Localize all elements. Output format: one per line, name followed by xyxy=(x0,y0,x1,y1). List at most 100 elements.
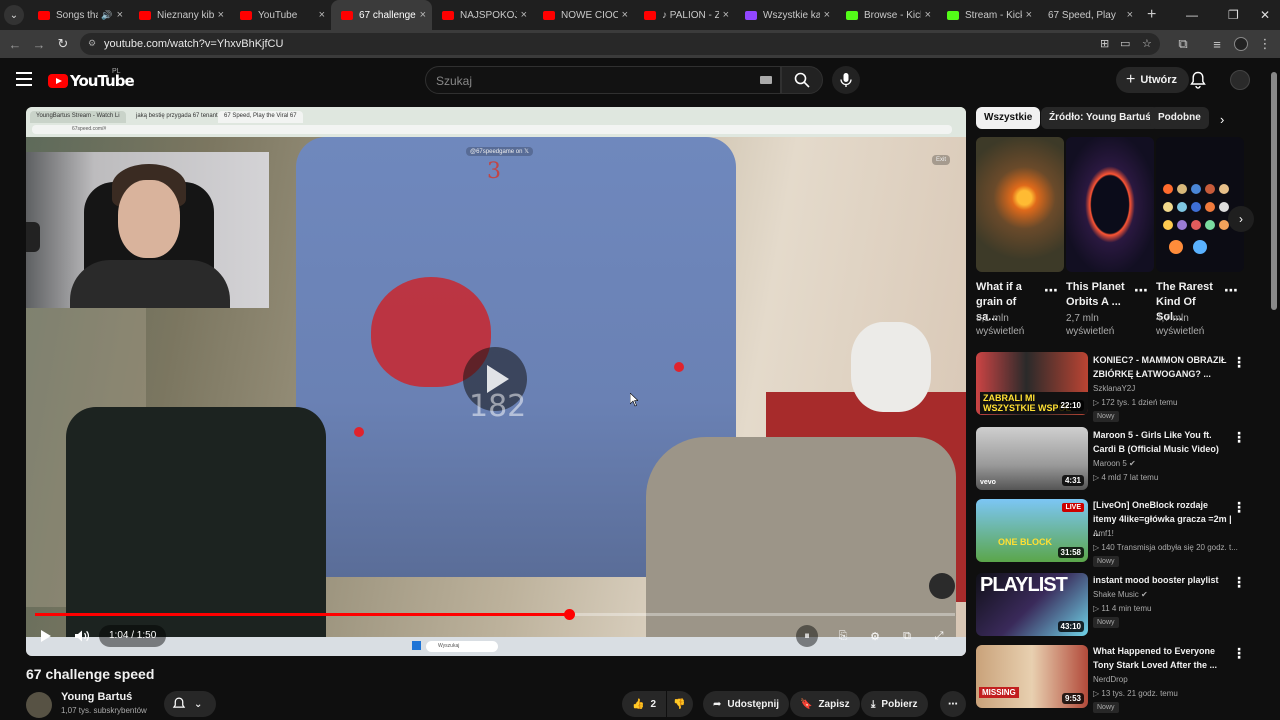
forward-icon[interactable]: → xyxy=(30,35,48,53)
more-actions-button[interactable]: ⋯ xyxy=(940,691,966,717)
browser-tab[interactable]: Browse - Kick × xyxy=(836,0,937,30)
menu-hamburger-icon[interactable] xyxy=(16,72,32,86)
browser-tab[interactable]: Wszystkie kate × xyxy=(735,0,836,30)
close-tab-icon[interactable]: × xyxy=(1127,9,1133,21)
video-title[interactable]: Maroon 5 - Girls Like You ft. Cardi B (O… xyxy=(1093,428,1233,456)
volume-icon[interactable] xyxy=(74,629,90,646)
browser-menu-icon[interactable]: ⋮ xyxy=(1256,35,1274,53)
keyboard-icon[interactable] xyxy=(760,76,772,84)
shorts-next-icon[interactable]: › xyxy=(1228,206,1254,232)
page-scrollbar[interactable] xyxy=(1271,72,1277,310)
video-player[interactable]: YoungBartus Stream - Watch Li jaką besti… xyxy=(26,107,966,656)
close-tab-icon[interactable]: × xyxy=(1026,9,1032,21)
share-button[interactable]: ➦ Udostępnij xyxy=(703,691,790,717)
video-title[interactable]: What Happened to Everyone Tony Stark Lov… xyxy=(1093,644,1233,672)
media-control-icon[interactable]: ≡ xyxy=(1208,35,1226,53)
reload-icon[interactable]: ↻ xyxy=(54,35,72,53)
short-title[interactable]: This Planet Orbits A ... xyxy=(1066,280,1130,310)
channel-name[interactable]: Maroon 5 xyxy=(1093,459,1127,468)
video-thumbnail[interactable]: LIVE ONE BLOCK 31:58 xyxy=(976,499,1088,562)
profile-avatar-icon[interactable] xyxy=(1232,35,1250,53)
subscription-bell-button[interactable]: ⌄ xyxy=(164,691,216,717)
more-vertical-icon[interactable]: ⋯ xyxy=(1224,282,1238,299)
back-icon[interactable]: ← xyxy=(6,35,24,53)
save-button[interactable]: 🔖 Zapisz xyxy=(790,691,860,717)
subtitles-icon[interactable]: ⎘ xyxy=(832,625,854,647)
close-tab-icon[interactable]: × xyxy=(925,9,931,21)
chip-all[interactable]: Wszystkie xyxy=(976,107,1041,129)
notifications-button[interactable] xyxy=(1190,71,1206,94)
more-vertical-icon[interactable]: ⋮ xyxy=(1232,645,1246,662)
settings-gear-icon[interactable]: ⚙ xyxy=(864,625,886,647)
dislike-button[interactable]: 👎 xyxy=(667,691,693,717)
play-icon[interactable] xyxy=(40,629,52,646)
browser-tab[interactable]: YouTube × xyxy=(230,0,331,30)
url-text[interactable]: youtube.com/watch?v=YhxvBhKjfCU xyxy=(104,38,283,50)
download-button[interactable]: ⤓ Pobierz xyxy=(861,691,928,717)
bookmark-star-icon[interactable]: ☆ xyxy=(1142,37,1152,50)
video-title[interactable]: instant mood booster playlist xyxy=(1093,573,1233,587)
browser-tab[interactable]: ♪ PALION - ZIE × xyxy=(634,0,735,30)
browser-tab[interactable]: Songs that🔊 × xyxy=(28,0,129,30)
search-input[interactable]: Szukaj xyxy=(425,66,781,94)
channel-name[interactable]: Young Bartuś xyxy=(61,691,132,703)
browser-tab[interactable]: Nieznany kibic × xyxy=(129,0,230,30)
fullscreen-icon[interactable]: ⤢ xyxy=(928,625,950,647)
video-thumbnail[interactable]: vevo 4:31 xyxy=(976,427,1088,490)
site-info-icon[interactable]: ⚙ xyxy=(88,38,100,50)
close-tab-icon[interactable]: × xyxy=(824,9,830,21)
address-bar[interactable]: ⚙ youtube.com/watch?v=YhxvBhKjfCU ⊞ ▭ ☆ xyxy=(80,33,1160,55)
more-vertical-icon[interactable]: ⋮ xyxy=(1232,499,1246,516)
close-tab-icon[interactable]: × xyxy=(723,9,729,21)
video-title[interactable]: KONIEC? - MAMMON OBRAZIŁ ZBIÓRKĘ ŁATWOGA… xyxy=(1093,353,1233,381)
video-thumbnail[interactable]: ZABRALI MI WSZYSTKIE WSPOŁ 22:10 xyxy=(976,352,1088,415)
browser-tab[interactable]: 67 Speed, Play × xyxy=(1038,0,1139,30)
chip-related[interactable]: Podobne xyxy=(1150,107,1209,129)
tab-search-icon[interactable]: ⌄ xyxy=(4,5,24,25)
short-thumbnail[interactable] xyxy=(1156,137,1244,272)
restore-icon[interactable]: ❐ xyxy=(1228,0,1239,30)
video-thumbnail[interactable]: MISSING 9:53 xyxy=(976,645,1088,708)
cast-icon[interactable]: ▭ xyxy=(1120,37,1130,50)
minimize-icon[interactable]: — xyxy=(1186,0,1198,30)
more-vertical-icon[interactable]: ⋯ xyxy=(1044,282,1058,299)
video-title[interactable]: [LiveOn] OneBlock rozdaje itemy 4like=gł… xyxy=(1093,498,1233,540)
close-tab-icon[interactable]: × xyxy=(117,9,123,21)
miniplayer-icon[interactable]: ⧉ xyxy=(896,625,918,647)
more-vertical-icon[interactable]: ⋮ xyxy=(1232,354,1246,371)
like-button[interactable]: 👍 2 xyxy=(622,691,666,717)
channel-name[interactable]: Shake Music xyxy=(1093,590,1139,599)
browser-tab-active[interactable]: 67 challenge s × xyxy=(331,0,432,30)
more-vertical-icon[interactable]: ⋯ xyxy=(1134,282,1148,299)
chip-source-channel[interactable]: Źródło: Young Bartuś xyxy=(1041,107,1159,129)
more-vertical-icon[interactable]: ⋮ xyxy=(1232,429,1246,446)
new-tab-icon[interactable]: + xyxy=(1147,6,1156,24)
channel-name[interactable]: SzklanaY2J xyxy=(1093,384,1135,393)
channel-avatar[interactable] xyxy=(26,692,52,718)
close-tab-icon[interactable]: × xyxy=(420,9,426,21)
short-thumbnail[interactable] xyxy=(976,137,1064,272)
create-button[interactable]: + Utwórz xyxy=(1116,67,1190,93)
account-avatar[interactable] xyxy=(1230,70,1250,90)
autoplay-toggle-icon[interactable]: ⏸ xyxy=(796,625,818,647)
close-tab-icon[interactable]: × xyxy=(218,9,224,21)
browser-tab[interactable]: NAJSPOKOJNI × xyxy=(432,0,533,30)
browser-tab[interactable]: NOWE CIOCIE × xyxy=(533,0,634,30)
search-button[interactable] xyxy=(781,66,823,94)
youtube-logo[interactable]: YouTube PL xyxy=(48,68,135,90)
extensions-icon[interactable]: ⧉ xyxy=(1174,35,1192,53)
more-vertical-icon[interactable]: ⋮ xyxy=(1232,574,1246,591)
close-tab-icon[interactable]: × xyxy=(319,9,325,21)
close-tab-icon[interactable]: × xyxy=(622,9,628,21)
translate-icon[interactable]: ⊞ xyxy=(1100,37,1109,50)
browser-tab[interactable]: Stream - Kick × xyxy=(937,0,1038,30)
progress-scrubber[interactable] xyxy=(563,609,575,620)
voice-search-button[interactable] xyxy=(832,66,860,94)
channel-name[interactable]: Amf1! xyxy=(1093,529,1114,538)
close-window-icon[interactable]: ✕ xyxy=(1260,0,1270,30)
video-thumbnail[interactable]: PLAYLIST 43:10 xyxy=(976,573,1088,636)
close-tab-icon[interactable]: × xyxy=(521,9,527,21)
progress-bar[interactable] xyxy=(35,609,955,620)
short-thumbnail[interactable] xyxy=(1066,137,1154,272)
channel-name[interactable]: NerdDrop xyxy=(1093,675,1128,684)
